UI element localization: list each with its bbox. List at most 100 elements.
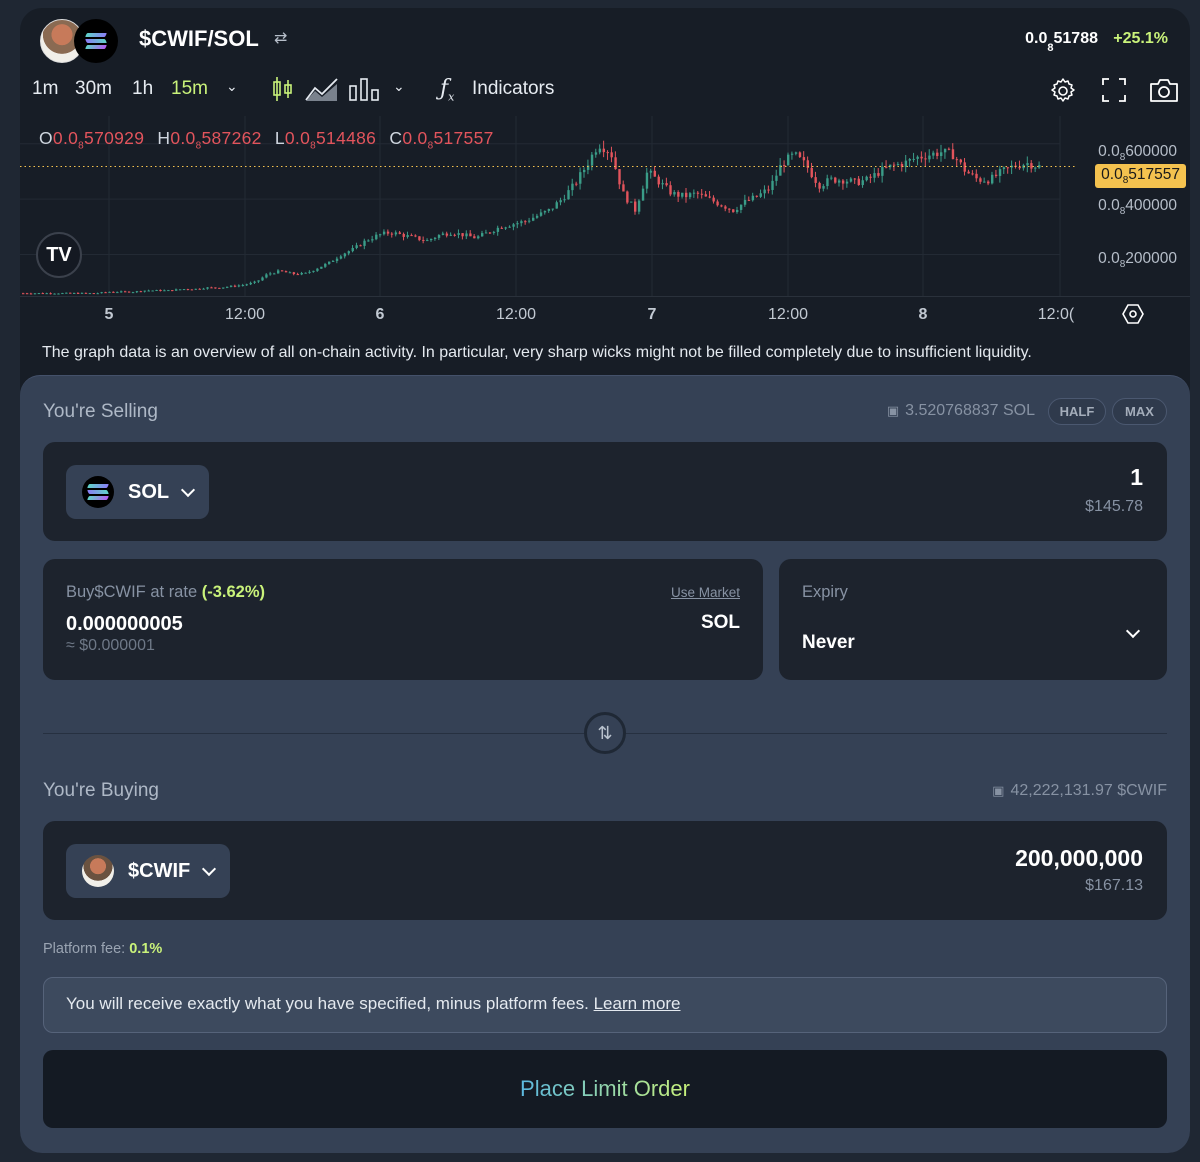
expiry-select[interactable]: Expiry Never	[779, 559, 1167, 680]
max-button[interactable]: MAX	[1112, 398, 1167, 425]
area-chart-icon[interactable]	[305, 76, 339, 107]
candle-body	[767, 189, 770, 191]
candle-body	[124, 291, 127, 293]
candle-body	[379, 234, 382, 236]
candle-body	[618, 169, 621, 185]
screenshot-camera-icon[interactable]	[1148, 76, 1178, 106]
candle-body	[771, 180, 774, 190]
candle-body	[433, 237, 437, 239]
rate-input[interactable]: 0.000000005	[66, 613, 183, 636]
indicators-button[interactable]: Indicators	[472, 78, 554, 100]
candle-body	[590, 154, 594, 166]
timeframe-dropdown-chevron-icon[interactable]: ⌄	[226, 78, 238, 95]
chart-settings-hex-icon[interactable]	[1122, 303, 1144, 330]
chart-type-chevron-icon[interactable]: ⌄	[393, 78, 405, 95]
candle-body	[987, 181, 990, 184]
x-tick-label: 12:00	[224, 306, 266, 323]
candle-body	[80, 292, 84, 294]
candle-body	[814, 177, 817, 183]
candle-body	[645, 172, 649, 189]
candle-body	[382, 231, 386, 235]
chart-header: $CWIF/SOL ⇄ 0.0851788 +25.1%	[20, 8, 1190, 72]
candle-body	[547, 208, 551, 211]
tradingview-logo[interactable]: TV	[36, 232, 82, 278]
candle-body	[755, 195, 759, 197]
swap-direction-button[interactable]: ⇅	[584, 712, 626, 754]
candle-body	[371, 239, 374, 241]
candle-body	[598, 148, 602, 153]
use-market-link[interactable]: Use Market	[671, 585, 740, 600]
buying-amount-input[interactable]: 200,000,000	[1015, 845, 1143, 872]
candle-body	[127, 291, 131, 293]
candle-body	[139, 291, 143, 293]
candle-body	[736, 209, 739, 213]
x-tick-label: 5	[104, 306, 114, 323]
pair-avatars	[40, 19, 120, 63]
candle-body	[477, 236, 480, 239]
selling-amount-input[interactable]: 1	[1130, 464, 1143, 491]
candle-body	[445, 233, 449, 236]
candle-body	[677, 192, 680, 197]
candle-body	[155, 290, 158, 292]
candle-body	[732, 209, 735, 213]
candle-body	[653, 170, 657, 177]
timeframe-30m[interactable]: 30m	[75, 78, 112, 100]
selling-token-selector[interactable]: SOL	[66, 465, 210, 519]
candle-body	[292, 272, 296, 275]
selling-usd-value: $145.78	[1085, 498, 1143, 515]
sol-token-icon	[74, 19, 118, 63]
half-button[interactable]: HALF	[1048, 398, 1106, 425]
candle-body	[794, 152, 798, 154]
candle-body	[57, 293, 60, 295]
timeframe-1h[interactable]: 1h	[132, 78, 153, 100]
candle-body	[896, 163, 900, 165]
chevron-down-icon	[181, 482, 196, 497]
current-price: 0.0851788	[1025, 30, 1098, 55]
candle-body	[508, 226, 511, 228]
fullscreen-icon[interactable]	[1100, 76, 1130, 106]
candle-body	[998, 169, 1002, 176]
timeframe-1m[interactable]: 1m	[32, 78, 58, 100]
place-limit-order-button[interactable]: Place Limit Order	[43, 1050, 1167, 1128]
candle-body	[296, 274, 300, 276]
candle-body	[543, 210, 547, 213]
candles-icon[interactable]	[272, 76, 294, 107]
candle-body	[41, 293, 45, 295]
candle-body	[810, 167, 813, 178]
indicators-fx-icon[interactable]: ƒx	[440, 76, 454, 103]
selling-input-box: SOL 1 $145.78	[43, 442, 1167, 541]
candle-body	[481, 233, 484, 237]
swap-pair-icon[interactable]: ⇄	[274, 28, 287, 48]
settings-gear-icon[interactable]	[1048, 76, 1078, 106]
candle-body	[708, 196, 711, 198]
candle-body	[955, 159, 959, 161]
candle-body	[304, 272, 307, 274]
timeframe-15m[interactable]: 15m	[171, 78, 208, 100]
candle-body	[983, 181, 986, 183]
bars-icon[interactable]	[349, 76, 379, 107]
candle-body	[320, 266, 323, 269]
candle-body	[1026, 163, 1029, 166]
candle-body	[790, 153, 794, 155]
candle-body	[853, 178, 857, 180]
candle-body	[100, 292, 103, 294]
candle-body	[363, 240, 366, 246]
learn-more-link[interactable]: Learn more	[594, 994, 681, 1013]
candle-body	[649, 170, 653, 173]
candle-body	[367, 240, 370, 242]
candle-body	[226, 286, 229, 288]
candle-body	[798, 152, 802, 158]
candle-body	[335, 258, 339, 261]
buying-input-box: $CWIF 200,000,000 $167.13	[43, 821, 1167, 920]
buying-token-selector[interactable]: $CWIF	[66, 844, 231, 898]
candle-body	[967, 171, 970, 174]
candle-body	[214, 287, 217, 289]
candle-body	[920, 156, 923, 159]
candle-body	[516, 223, 519, 225]
candle-body	[339, 256, 343, 259]
candle-body	[355, 245, 358, 248]
candle-body	[747, 199, 751, 201]
candle-body	[787, 154, 790, 166]
candle-body	[877, 173, 880, 176]
candle-body	[892, 164, 896, 166]
